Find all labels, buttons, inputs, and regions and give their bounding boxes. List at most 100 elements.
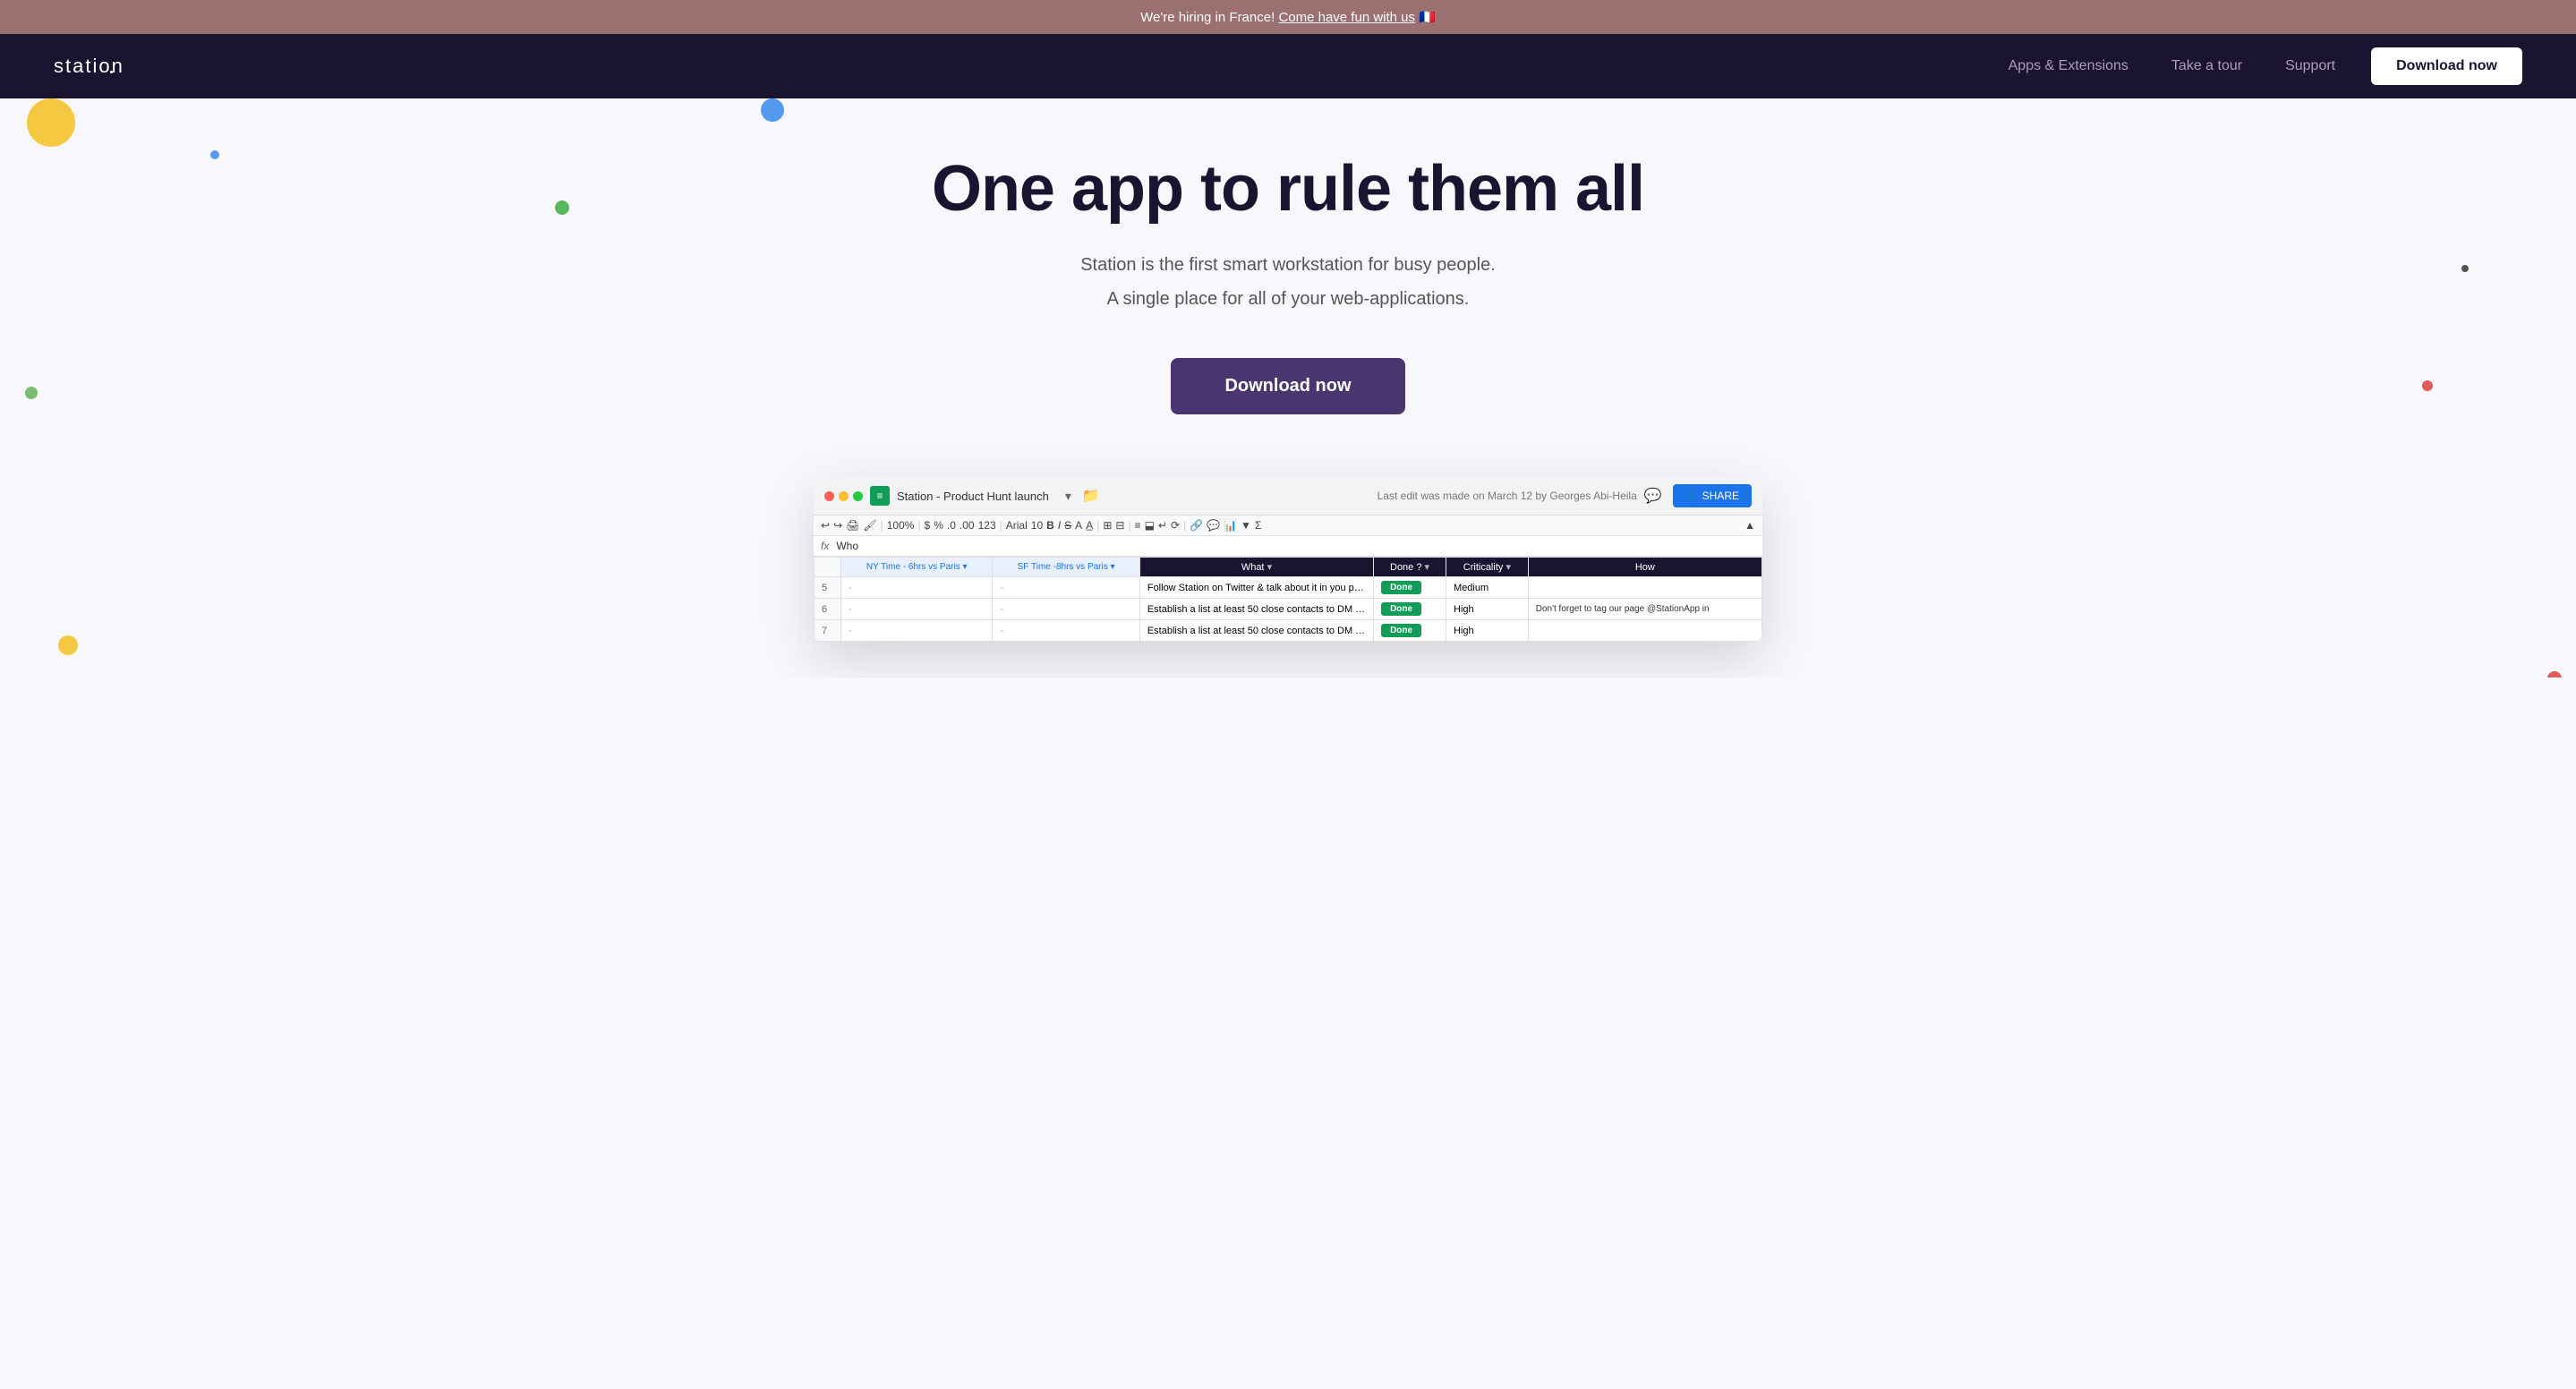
- col-header-num: [815, 558, 841, 577]
- window-controls: [824, 491, 863, 501]
- cell-7-c[interactable]: -: [841, 620, 993, 642]
- sheet-table: NY Time - 6hrs vs Paris ▾ SF Time -8hrs …: [814, 557, 1762, 642]
- logo[interactable]: station: [54, 55, 124, 78]
- toolbar-sep3: |: [1000, 519, 1002, 532]
- sheet-dropdown-icon[interactable]: ▾: [1065, 489, 1071, 504]
- cell-6-d[interactable]: -: [993, 599, 1140, 620]
- hero-download-button[interactable]: Download now: [1171, 358, 1404, 414]
- hero-section: One app to rule them all Station is the …: [0, 98, 2576, 677]
- done-badge: Done: [1381, 602, 1421, 616]
- collapse-btn[interactable]: ▲: [1744, 519, 1755, 532]
- close-dot: [824, 491, 834, 501]
- dot-red-right: [2422, 380, 2433, 391]
- dot-blue-top: [761, 98, 784, 122]
- function-btn[interactable]: Σ: [1255, 519, 1261, 532]
- link-btn[interactable]: 🔗: [1190, 519, 1203, 532]
- cell-6-h[interactable]: Don't forget to tag our page @StationApp…: [1528, 599, 1761, 620]
- italic-btn[interactable]: I: [1058, 519, 1061, 532]
- rotate-btn[interactable]: ⟳: [1171, 519, 1180, 532]
- cell-5-d[interactable]: -: [993, 577, 1140, 599]
- table-row: 6 - - Establish a list at least 50 close…: [815, 599, 1762, 620]
- cell-6-c[interactable]: -: [841, 599, 993, 620]
- cell-7-e[interactable]: Establish a list at least 50 close conta…: [1139, 620, 1373, 642]
- dot-red-br: [2547, 671, 2562, 677]
- row-num-7: 7: [815, 620, 841, 642]
- zoom-level[interactable]: 100%: [887, 519, 915, 532]
- col-d-filter-icon[interactable]: ▾: [1111, 562, 1115, 572]
- col-header-g[interactable]: Criticality ▾: [1446, 558, 1529, 577]
- col-e-filter-icon[interactable]: ▾: [1267, 562, 1273, 573]
- cell-5-g[interactable]: Medium: [1446, 577, 1529, 599]
- align-btn[interactable]: ≡: [1135, 519, 1141, 532]
- col-header-h[interactable]: How: [1528, 558, 1761, 577]
- cell-7-h[interactable]: [1528, 620, 1761, 642]
- valign-btn[interactable]: ⬓: [1145, 519, 1155, 532]
- cell-5-f[interactable]: Done: [1374, 577, 1446, 599]
- dot-dark-right: [2461, 265, 2469, 272]
- dot-yellow-bl: [58, 635, 78, 655]
- cell-7-d[interactable]: -: [993, 620, 1140, 642]
- text-color-btn[interactable]: A: [1075, 519, 1082, 532]
- col-headers-row: NY Time - 6hrs vs Paris ▾ SF Time -8hrs …: [815, 558, 1762, 577]
- sheet-toolbar: ↩ ↪ 🖨 🖌 | 100% | $ % .0 .00 123 | Arial …: [814, 516, 1762, 536]
- strikethrough-btn[interactable]: S: [1064, 519, 1071, 532]
- share-label: SHARE: [1702, 490, 1739, 502]
- format1-btn[interactable]: .0: [947, 519, 956, 532]
- col-c-filter-icon[interactable]: ▾: [962, 562, 967, 572]
- cell-7-f[interactable]: Done: [1374, 620, 1446, 642]
- cell-5-e[interactable]: Follow Station on Twitter & talk about i…: [1139, 577, 1373, 599]
- cell-5-c[interactable]: -: [841, 577, 993, 599]
- col-f-filter-icon[interactable]: ▾: [1425, 562, 1430, 573]
- format-painter-icon[interactable]: 🖌: [863, 519, 876, 532]
- sheet-share-button[interactable]: 👤 SHARE: [1673, 484, 1752, 507]
- hero-sub2: A single place for all of your web-appli…: [1107, 285, 1470, 313]
- col-header-e[interactable]: What ▾: [1139, 558, 1373, 577]
- hero-sub1: Station is the first smart workstation f…: [1080, 251, 1496, 279]
- zoom-dot: [853, 491, 863, 501]
- bold-btn[interactable]: B: [1046, 519, 1054, 532]
- highlight-btn[interactable]: A̲: [1086, 519, 1093, 532]
- sheet-folder-icon: 📁: [1082, 487, 1100, 505]
- cell-6-f[interactable]: Done: [1374, 599, 1446, 620]
- table-row: 5 - - Follow Station on Twitter & talk a…: [815, 577, 1762, 599]
- redo-icon[interactable]: ↪: [833, 519, 842, 532]
- sheet-comment-icon[interactable]: 💬: [1644, 487, 1662, 505]
- nav-apps-extensions[interactable]: Apps & Extensions: [2009, 58, 2128, 73]
- chart-btn[interactable]: 📊: [1224, 519, 1237, 532]
- wrap-btn[interactable]: ↵: [1158, 519, 1167, 532]
- done-badge: Done: [1381, 581, 1421, 594]
- currency-btn[interactable]: $: [925, 519, 931, 532]
- row-num-6: 6: [815, 599, 841, 620]
- nav-support[interactable]: Support: [2285, 58, 2335, 73]
- col-header-d[interactable]: SF Time -8hrs vs Paris ▾: [993, 558, 1140, 577]
- format3-btn[interactable]: 123: [978, 519, 996, 532]
- formula-value: Who: [836, 540, 858, 552]
- cell-7-g[interactable]: High: [1446, 620, 1529, 642]
- merge-btn[interactable]: ⊟: [1115, 519, 1124, 532]
- fx-label: fx: [821, 540, 829, 552]
- percent-btn[interactable]: %: [934, 519, 943, 532]
- col-header-f[interactable]: Done ? ▾: [1374, 558, 1446, 577]
- borders-btn[interactable]: ⊞: [1103, 519, 1112, 532]
- cell-5-h[interactable]: [1528, 577, 1761, 599]
- font-name[interactable]: Arial: [1006, 519, 1028, 532]
- font-size[interactable]: 10: [1031, 519, 1043, 532]
- filter-btn[interactable]: ▼: [1241, 519, 1251, 532]
- toolbar-sep4: |: [1096, 519, 1099, 532]
- sheets-icon: ≡: [870, 486, 890, 506]
- cell-6-g[interactable]: High: [1446, 599, 1529, 620]
- banner-link[interactable]: Come have fun with us: [1278, 10, 1415, 25]
- dot-yellow-tl: [27, 98, 75, 147]
- sheet-titlebar: ≡ Station - Product Hunt launch ▾ 📁 Last…: [814, 477, 1762, 516]
- comment-btn[interactable]: 💬: [1207, 519, 1220, 532]
- col-g-filter-icon[interactable]: ▾: [1506, 562, 1511, 573]
- undo-icon[interactable]: ↩: [821, 519, 830, 532]
- toolbar-sep5: |: [1128, 519, 1130, 532]
- nav-take-tour[interactable]: Take a tour: [2171, 58, 2242, 73]
- print-icon[interactable]: 🖨: [846, 519, 859, 532]
- cell-6-e[interactable]: Establish a list at least 50 close conta…: [1139, 599, 1373, 620]
- format2-btn[interactable]: .00: [960, 519, 975, 532]
- share-icon: 👤: [1685, 490, 1699, 502]
- col-header-c[interactable]: NY Time - 6hrs vs Paris ▾: [841, 558, 993, 577]
- nav-download-button[interactable]: Download now: [2371, 47, 2522, 85]
